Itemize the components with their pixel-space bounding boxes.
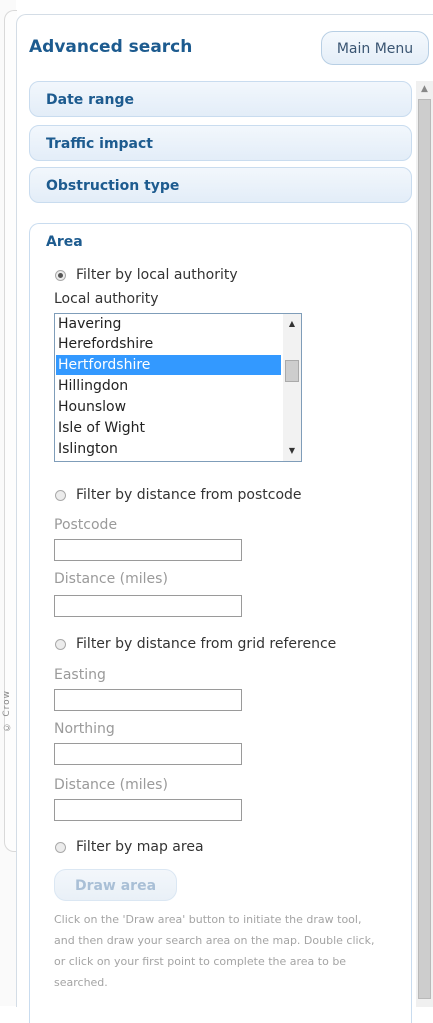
northing-label: Northing: [54, 721, 115, 737]
scroll-up-icon[interactable]: ▲: [416, 81, 433, 98]
filter-map-area[interactable]: Filter by map area: [55, 839, 204, 855]
filter-grid-label: Filter by distance from grid reference: [76, 636, 337, 652]
background-map-edge: © Crow: [0, 0, 17, 1006]
list-item[interactable]: Herefordshire: [56, 334, 281, 354]
grid-distance-input[interactable]: [54, 799, 242, 821]
filter-local-authority[interactable]: Filter by local authority: [55, 267, 238, 283]
section-date-range[interactable]: Date range: [29, 81, 412, 117]
postcode-label: Postcode: [54, 517, 118, 533]
list-item[interactable]: Hillingdon: [56, 376, 281, 396]
easting-input[interactable]: [54, 689, 242, 711]
filter-grid-reference[interactable]: Filter by distance from grid reference: [55, 636, 336, 652]
northing-input[interactable]: [54, 743, 242, 765]
section-date-range-label: Date range: [46, 92, 134, 108]
filter-postcode-label: Filter by distance from postcode: [76, 487, 302, 503]
draw-area-button[interactable]: Draw area: [54, 869, 177, 901]
section-obstruction-type[interactable]: Obstruction type: [29, 167, 412, 203]
list-item[interactable]: Havering: [56, 314, 281, 334]
local-authority-label: Local authority: [54, 291, 159, 307]
main-menu-button[interactable]: Main Menu: [321, 31, 429, 65]
radio-empty-icon[interactable]: [55, 841, 66, 853]
postcode-distance-input[interactable]: [54, 595, 242, 617]
listbox-scroll-thumb[interactable]: [285, 360, 299, 382]
map-attribution: © Crow: [2, 690, 12, 732]
local-authority-listbox[interactable]: Havering Herefordshire Hertfordshire Hil…: [54, 313, 302, 462]
filter-postcode[interactable]: Filter by distance from postcode: [55, 487, 302, 503]
section-traffic-impact[interactable]: Traffic impact: [29, 125, 412, 161]
list-item[interactable]: Hounslow: [56, 397, 281, 417]
filter-local-authority-label: Filter by local authority: [76, 267, 238, 283]
postcode-distance-label: Distance (miles): [54, 571, 168, 587]
list-scroll-up-icon[interactable]: ▲: [283, 316, 301, 332]
page-title: Advanced search: [29, 37, 193, 57]
radio-empty-icon[interactable]: [55, 638, 66, 650]
panel-scrollbar[interactable]: ▲: [416, 81, 433, 1007]
list-scroll-down-icon[interactable]: ▼: [283, 443, 301, 459]
filter-map-area-label: Filter by map area: [76, 839, 204, 855]
scrollbar-thumb[interactable]: [418, 99, 431, 999]
radio-empty-icon[interactable]: [55, 489, 66, 501]
easting-label: Easting: [54, 667, 106, 683]
advanced-search-panel: Advanced search Main Menu Date range Tra…: [16, 14, 433, 1023]
section-traffic-impact-label: Traffic impact: [46, 136, 153, 152]
list-item[interactable]: Islington: [56, 439, 281, 459]
section-area-label[interactable]: Area: [46, 234, 83, 250]
list-item[interactable]: Isle of Wight: [56, 418, 281, 438]
postcode-input[interactable]: [54, 539, 242, 561]
listbox-scrollbar[interactable]: ▲ ▼: [283, 314, 301, 461]
list-item-selected[interactable]: Hertfordshire: [56, 355, 281, 375]
grid-distance-label: Distance (miles): [54, 777, 168, 793]
radio-filled-icon[interactable]: [55, 269, 66, 281]
section-obstruction-type-label: Obstruction type: [46, 178, 180, 194]
draw-area-help-text: Click on the 'Draw area' button to initi…: [54, 913, 375, 989]
